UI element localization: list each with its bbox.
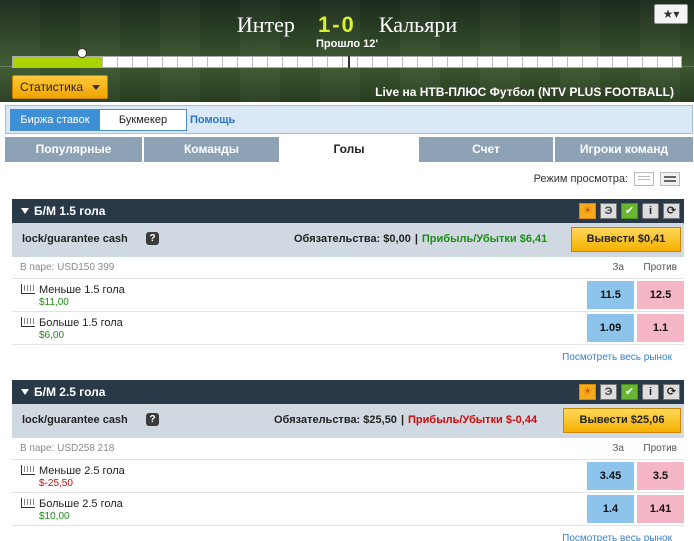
question-icon[interactable]: ? bbox=[146, 232, 159, 245]
market-tools: ☀ Э ✔ i ⟳ bbox=[579, 384, 680, 400]
market-block: Б/М 2.5 гола ☀ Э ✔ i ⟳ lock/guarantee ca… bbox=[12, 380, 684, 541]
back-header: За bbox=[612, 262, 624, 273]
statistics-label: Статистика bbox=[20, 80, 84, 94]
half-time-marker bbox=[348, 56, 350, 68]
check-icon[interactable]: ✔ bbox=[621, 384, 638, 400]
goal-ball-icon bbox=[77, 48, 87, 58]
cashout-button[interactable]: Вывести $0,41 bbox=[571, 227, 681, 252]
cashout-button[interactable]: Вывести $25,06 bbox=[563, 408, 681, 433]
question-icon[interactable]: ? bbox=[146, 413, 159, 426]
profit-loss-text: Прибыль/Убытки $6,41 bbox=[421, 233, 548, 245]
home-team: Интер bbox=[236, 12, 295, 37]
match-score: 1-0 bbox=[318, 12, 356, 37]
runner-row: Меньше 1.5 гола $11,00 11.5 12.5 bbox=[12, 279, 684, 312]
tab-teams[interactable]: Команды bbox=[144, 137, 279, 162]
info-icon[interactable]: i bbox=[642, 203, 659, 219]
runner-name: Больше 1.5 гола bbox=[39, 317, 123, 329]
elapsed-time: Прошло 12' bbox=[316, 38, 378, 50]
exchange-toggle[interactable]: Биржа ставок bbox=[10, 109, 100, 131]
runner-position: $-25,50 bbox=[39, 478, 73, 489]
view-mode-label: Режим просмотра: bbox=[533, 173, 628, 185]
chevron-down-icon[interactable] bbox=[21, 389, 29, 395]
matched-amount: В паре: USD150 399 bbox=[20, 262, 115, 273]
back-odds-button[interactable]: 1.4 bbox=[587, 495, 634, 523]
live-broadcast-text: Live на НТВ-ПЛЮС Футбол (NTV PLUS FOOTBA… bbox=[375, 85, 674, 99]
tab-score[interactable]: Счет bbox=[419, 137, 553, 162]
more-row: Посмотреть весь рынок bbox=[12, 345, 684, 370]
market-block: Б/М 1.5 гола ☀ Э ✔ i ⟳ lock/guarantee ca… bbox=[12, 199, 684, 370]
view-full-market-link[interactable]: Посмотреть весь рынок bbox=[562, 352, 672, 363]
view-full-market-link[interactable]: Посмотреть весь рынок bbox=[562, 533, 672, 541]
market-tools: ☀ Э ✔ i ⟳ bbox=[579, 203, 680, 219]
market-title: Б/М 1.5 гола bbox=[34, 204, 106, 218]
back-odds-button[interactable]: 1.09 bbox=[587, 314, 634, 342]
cash-label: lock/guarantee cash bbox=[22, 414, 128, 426]
list-view-icon[interactable] bbox=[634, 172, 654, 186]
tab-popular[interactable]: Популярные bbox=[5, 137, 142, 162]
lay-odds-button[interactable]: 12.5 bbox=[637, 281, 684, 309]
view-mode: Режим просмотра: bbox=[534, 172, 680, 186]
help-link[interactable]: Помощь bbox=[190, 114, 235, 126]
lay-header: Против bbox=[643, 443, 677, 454]
cash-label: lock/guarantee cash bbox=[22, 233, 128, 245]
statistics-button[interactable]: Статистика bbox=[12, 75, 108, 99]
runner-name: Меньше 2.5 гола bbox=[39, 465, 125, 477]
match-header: Интер 1-0 Кальяри Прошло 12' ★▾ Статисти… bbox=[0, 0, 694, 102]
market-info-row: В паре: USD150 399 За Против bbox=[12, 257, 684, 279]
price-chart-icon[interactable] bbox=[21, 284, 35, 294]
favorite-star-icon[interactable]: ★▾ bbox=[654, 4, 688, 24]
cash-icon[interactable]: Э bbox=[600, 384, 617, 400]
away-team: Кальяри bbox=[378, 12, 458, 37]
price-chart-icon[interactable] bbox=[21, 317, 35, 327]
price-chart-icon[interactable] bbox=[21, 498, 35, 508]
exposure-summary: Обязательства: $0,00 | Прибыль/Убытки $6,4… bbox=[294, 233, 548, 245]
match-timeline bbox=[12, 48, 682, 68]
compact-view-icon[interactable] bbox=[660, 172, 680, 186]
more-row: Посмотреть весь рынок bbox=[12, 526, 684, 541]
refresh-icon[interactable]: ⟳ bbox=[663, 203, 680, 219]
lay-odds-button[interactable]: 1.1 bbox=[637, 314, 684, 342]
runner-position: $11,00 bbox=[39, 297, 69, 308]
runner-row: Меньше 2.5 гола $-25,50 3.45 3.5 bbox=[12, 460, 684, 493]
chevron-down-icon bbox=[92, 85, 100, 90]
in-play-icon[interactable]: ☀ bbox=[579, 203, 596, 219]
obligations-text: Обязательства: $0,00 bbox=[294, 233, 411, 245]
exposure-summary: Обязательства: $25,50 | Прибыль/Убытки $-0… bbox=[274, 414, 538, 426]
runner-row: Больше 1.5 гола $6,00 1.09 1.1 bbox=[12, 312, 684, 345]
runner-name: Меньше 1.5 гола bbox=[39, 284, 125, 296]
check-icon[interactable]: ✔ bbox=[621, 203, 638, 219]
market-header[interactable]: Б/М 1.5 гола ☀ Э ✔ i ⟳ bbox=[12, 199, 684, 223]
price-chart-icon[interactable] bbox=[21, 465, 35, 475]
obligations-text: Обязательства: $25,50 bbox=[274, 414, 397, 426]
info-icon[interactable]: i bbox=[642, 384, 659, 400]
cashout-row: lock/guarantee cash ? Обязательства: $25… bbox=[12, 404, 684, 438]
runner-position: $6,00 bbox=[39, 330, 65, 341]
market-info-row: В паре: USD258 218 За Против bbox=[12, 438, 684, 460]
mode-bar: Биржа ставок Букмекер Помощь bbox=[5, 105, 693, 134]
lay-header: Против bbox=[643, 262, 677, 273]
market-header[interactable]: Б/М 2.5 гола ☀ Э ✔ i ⟳ bbox=[12, 380, 684, 404]
back-header: За bbox=[612, 443, 624, 454]
back-odds-button[interactable]: 3.45 bbox=[587, 462, 634, 490]
lay-odds-button[interactable]: 3.5 bbox=[637, 462, 684, 490]
tab-team-players[interactable]: Игроки команд bbox=[555, 137, 693, 162]
in-play-icon[interactable]: ☀ bbox=[579, 384, 596, 400]
bookmaker-toggle[interactable]: Букмекер bbox=[99, 109, 187, 131]
lay-odds-button[interactable]: 1.41 bbox=[637, 495, 684, 523]
cash-icon[interactable]: Э bbox=[600, 203, 617, 219]
back-odds-button[interactable]: 11.5 bbox=[587, 281, 634, 309]
market-tabs: Популярные Команды Голы Счет Игроки кома… bbox=[5, 137, 693, 162]
runner-position: $10,00 bbox=[39, 511, 70, 522]
chevron-down-icon[interactable] bbox=[21, 208, 29, 214]
refresh-icon[interactable]: ⟳ bbox=[663, 384, 680, 400]
matched-amount: В паре: USD258 218 bbox=[20, 443, 115, 454]
runner-row: Больше 2.5 гола $10,00 1.4 1.41 bbox=[12, 493, 684, 526]
timeline-progress bbox=[13, 57, 102, 67]
tab-goals[interactable]: Голы bbox=[281, 137, 417, 162]
market-title: Б/М 2.5 гола bbox=[34, 385, 106, 399]
profit-loss-text: Прибыль/Убытки $-0,44 bbox=[408, 414, 538, 426]
cashout-row: lock/guarantee cash ? Обязательства: $0,… bbox=[12, 223, 684, 257]
scoreline: Интер 1-0 Кальяри bbox=[0, 12, 694, 38]
runner-name: Больше 2.5 гола bbox=[39, 498, 123, 510]
